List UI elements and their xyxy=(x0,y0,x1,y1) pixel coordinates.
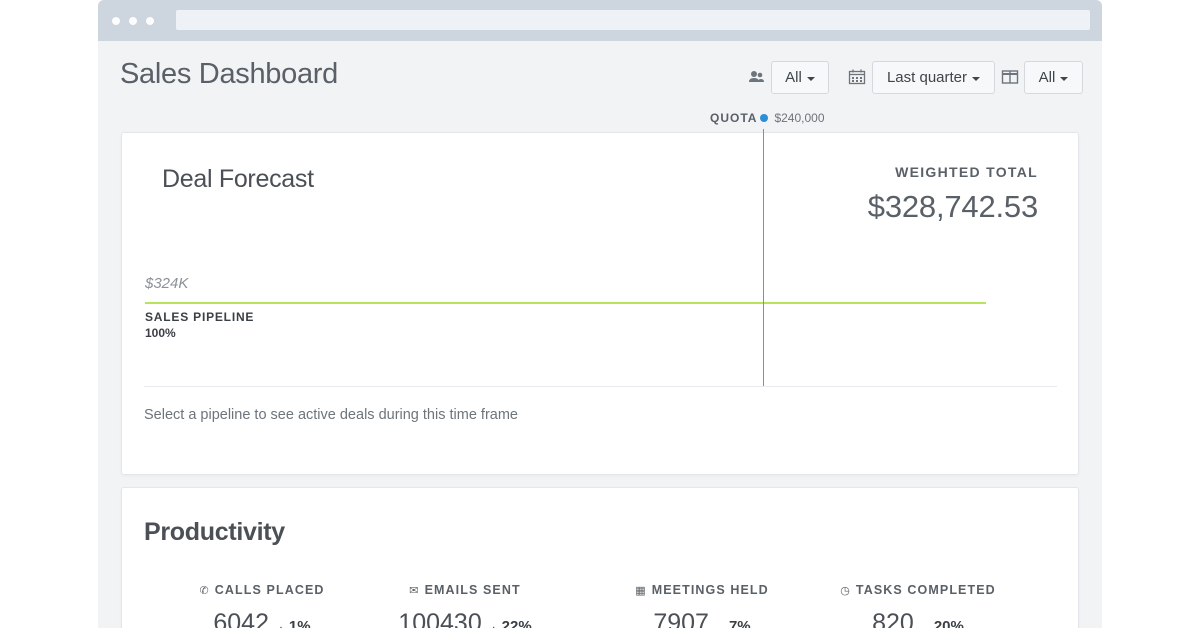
people-filter-value: All xyxy=(785,69,802,86)
metric-change: 20% xyxy=(933,618,964,628)
metric-value: 820 xyxy=(872,609,914,628)
metric-value: 7907 xyxy=(653,609,709,628)
metric-change: 7% xyxy=(728,618,751,628)
metric-emails-sent: ✉ EMAILS SENT 100430 ▲22% xyxy=(375,583,555,628)
productivity-card: Productivity ✆CALLS PLACED 6042▲1% ✉EMAI… xyxy=(121,487,1079,628)
metric-value: 6042 xyxy=(213,609,269,628)
pipeline-name[interactable]: SALES PIPELINE xyxy=(145,310,254,324)
weighted-total-label: WEIGHTED TOTAL xyxy=(895,164,1038,180)
window-dot-minimize[interactable] xyxy=(129,16,137,25)
period-filter-dropdown[interactable]: Last quarter xyxy=(872,61,995,94)
quota-dot xyxy=(760,114,769,122)
window-dot-close[interactable] xyxy=(112,16,120,25)
filter-bar: All Last quarter All xyxy=(98,61,1102,94)
deal-forecast-card: Deal Forecast WEIGHTED TOTAL $328,742.53… xyxy=(121,129,1079,475)
chevron-down-icon xyxy=(972,76,981,81)
metric-meetings-held: ▦ MEETINGS HELD 7907 ▬7% xyxy=(612,583,792,628)
metric-value: 100430 xyxy=(398,609,482,628)
metric-change: 22% xyxy=(501,618,532,628)
metric-change: 1% xyxy=(288,618,311,628)
chevron-down-icon xyxy=(1060,76,1069,81)
address-bar[interactable] xyxy=(176,10,1090,30)
browser-window: Sales Dashboard All Last quarter All QUO… xyxy=(98,0,1102,628)
quota-line xyxy=(763,129,764,387)
divider xyxy=(144,386,1057,387)
columns-icon xyxy=(1001,69,1019,85)
deal-forecast-title: Deal Forecast xyxy=(162,165,314,193)
metric-label: MEETINGS HELD xyxy=(651,583,769,597)
sales-pipeline-bar[interactable] xyxy=(145,302,986,304)
envelope-icon: ✉ xyxy=(409,584,420,597)
trend-up-icon: ▲ xyxy=(490,624,498,628)
trend-flat-icon: ▬ xyxy=(922,624,930,628)
people-filter-dropdown[interactable]: All xyxy=(771,61,829,94)
metric-calls-placed: ✆ CALLS PLACED 6042 ▲1% xyxy=(172,583,352,628)
users-icon xyxy=(748,69,766,85)
period-filter-value: Last quarter xyxy=(886,69,968,86)
calendar-icon: ▦ xyxy=(635,584,647,597)
metric-label: CALLS PLACED xyxy=(214,583,325,597)
trend-flat-icon: ▬ xyxy=(717,624,725,628)
quota-value: $240,000 xyxy=(774,111,825,125)
metric-tasks-completed: ◷ TASKS COMPLETED 820 ▬20% xyxy=(828,583,1008,628)
chevron-down-icon xyxy=(806,76,815,81)
pipeline-percent: 100% xyxy=(145,326,176,340)
pipeline-filter-value: All xyxy=(1038,69,1056,86)
productivity-title: Productivity xyxy=(144,518,285,546)
phone-icon: ✆ xyxy=(199,584,210,597)
quota-marker: QUOTA $240,000 xyxy=(710,110,825,126)
forecast-hint: Select a pipeline to see active deals du… xyxy=(144,407,518,423)
window-dot-maximize[interactable] xyxy=(146,16,154,25)
metric-label: EMAILS SENT xyxy=(424,583,521,597)
browser-chrome xyxy=(98,0,1102,41)
quota-label: QUOTA xyxy=(710,111,758,125)
calendar-icon xyxy=(848,69,866,85)
clock-icon: ◷ xyxy=(840,584,851,597)
trend-up-icon: ▲ xyxy=(277,624,285,628)
weighted-total-value: $328,742.53 xyxy=(867,189,1038,224)
metric-label: TASKS COMPLETED xyxy=(855,583,996,597)
pipeline-amount: $324K xyxy=(145,275,189,292)
pipeline-filter-dropdown[interactable]: All xyxy=(1024,61,1083,94)
